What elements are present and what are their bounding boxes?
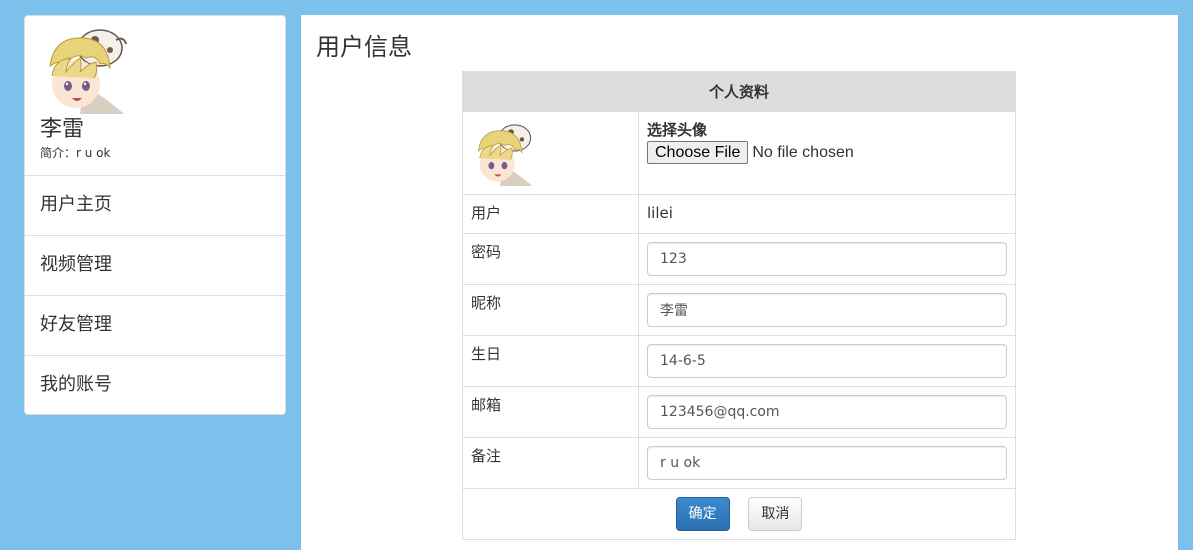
table-row-actions: 确定 取消 [462, 488, 1016, 540]
avatar-cell [462, 111, 639, 195]
table-row-email: 邮箱 [462, 386, 1016, 438]
email-field[interactable] [647, 395, 1007, 429]
cancel-button[interactable]: 取消 [748, 497, 803, 531]
table-row-remark: 备注 [462, 437, 1016, 489]
choose-avatar-cell: 选择头像 Choose File No file chosen [638, 111, 1016, 195]
actions-cell: 确定 取消 [462, 488, 1016, 540]
avatar [40, 26, 128, 114]
profile-name: 李雷 [40, 117, 85, 142]
sidebar-item-friend-management[interactable]: 好友管理 [25, 295, 285, 355]
table-row-birthday: 生日 [462, 335, 1016, 387]
remark-label: 备注 [462, 437, 639, 489]
table-row-user: 用户 lilei [462, 194, 1016, 234]
birthday-field[interactable] [647, 344, 1007, 378]
table-row-nickname: 昵称 [462, 284, 1016, 336]
file-status: No file chosen [752, 143, 854, 161]
avatar-preview [471, 122, 535, 186]
table-row-password: 密码 [462, 233, 1016, 285]
profile-card: 李雷 简介：r u ok [25, 16, 285, 175]
choose-avatar-label: 选择头像 [647, 121, 708, 139]
nickname-field[interactable] [647, 293, 1007, 327]
choose-file-button[interactable]: Choose File [647, 141, 749, 164]
table-header: 个人资料 [462, 71, 1016, 112]
password-field[interactable] [647, 242, 1007, 276]
table-row-avatar: 选择头像 Choose File No file chosen [462, 111, 1016, 195]
main-panel: 用户信息 个人资料 选择头像 Choose File No file chose… [301, 15, 1178, 550]
sidebar: 李雷 简介：r u ok 用户主页 视频管理 好友管理 我的账号 [24, 15, 286, 415]
file-input[interactable]: Choose File No file chosen [647, 141, 1007, 164]
page-title: 用户信息 [316, 33, 412, 61]
sidebar-item-user-home[interactable]: 用户主页 [25, 175, 285, 235]
birthday-label: 生日 [462, 335, 639, 387]
nickname-label: 昵称 [462, 284, 639, 336]
sidebar-item-video-management[interactable]: 视频管理 [25, 235, 285, 295]
email-label: 邮箱 [462, 386, 639, 438]
sidebar-item-my-account[interactable]: 我的账号 [25, 355, 285, 414]
profile-bio: 简介：r u ok [40, 146, 111, 160]
user-label: 用户 [462, 194, 639, 234]
profile-table: 个人资料 选择头像 Choose File No file chosen 用户 … [462, 71, 1016, 540]
confirm-button[interactable]: 确定 [675, 497, 730, 531]
user-value: lilei [638, 194, 1016, 234]
password-label: 密码 [462, 233, 639, 285]
remark-field[interactable] [647, 446, 1007, 480]
